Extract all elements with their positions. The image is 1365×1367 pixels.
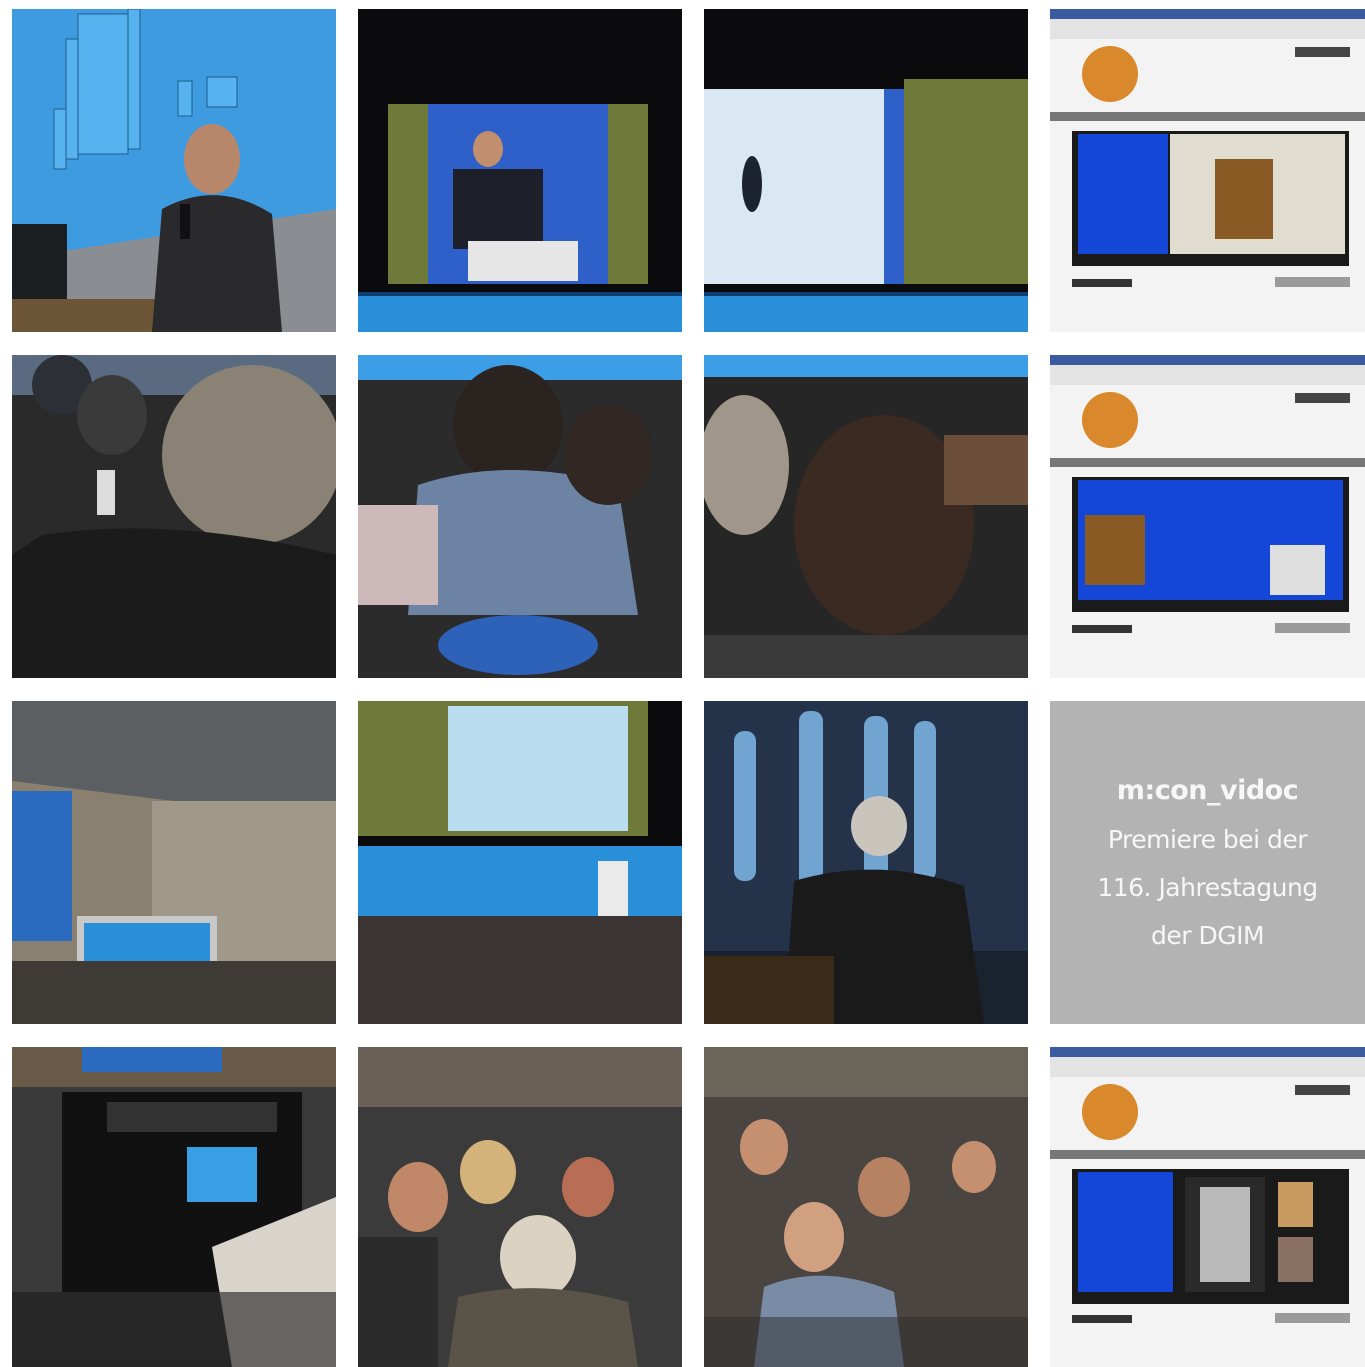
- photo-audience-back-2[interactable]: [358, 355, 682, 678]
- photo-website-video-2[interactable]: [1050, 355, 1365, 678]
- photo-stage-screen-slide[interactable]: [704, 9, 1028, 332]
- photo-audience-back-1[interactable]: [12, 355, 336, 678]
- photo-audience-back-3[interactable]: [704, 355, 1028, 678]
- info-line-3: der DGIM: [1150, 920, 1265, 950]
- photo-stage-screen-speaker[interactable]: [358, 9, 682, 332]
- photo-audience-front-2[interactable]: [704, 1047, 1028, 1367]
- info-title: m:con_vidoc: [1116, 774, 1299, 806]
- photo-speaker-slide[interactable]: [12, 9, 336, 332]
- photo-website-video-3[interactable]: [1050, 1047, 1365, 1367]
- photo-xray-speaker[interactable]: [704, 701, 1028, 1024]
- photo-hall-monitor[interactable]: [12, 701, 336, 1024]
- photo-grid: m:con_vidoc Premiere bei der 116. Jahres…: [12, 9, 1365, 1367]
- info-line-2: 116. Jahrestagung: [1097, 872, 1318, 902]
- photo-recording-device[interactable]: [12, 1047, 336, 1367]
- info-line-1: Premiere bei der: [1107, 824, 1308, 854]
- photo-audience-front-1[interactable]: [358, 1047, 682, 1367]
- info-tile: m:con_vidoc Premiere bei der 116. Jahres…: [1050, 701, 1365, 1024]
- photo-stage-wide[interactable]: [358, 701, 682, 1024]
- photo-website-video-1[interactable]: [1050, 9, 1365, 332]
